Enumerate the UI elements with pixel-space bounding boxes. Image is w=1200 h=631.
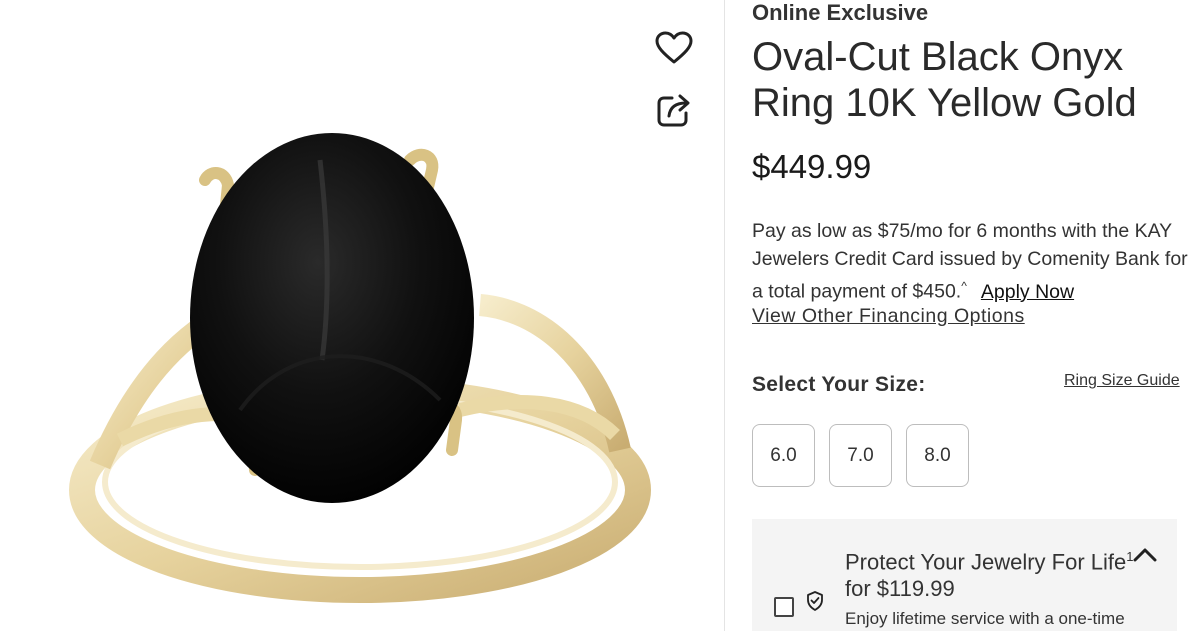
size-option-7[interactable]: 7.0 xyxy=(829,424,892,487)
chevron-up-icon[interactable] xyxy=(1132,545,1158,565)
pane-divider xyxy=(724,0,725,631)
protection-plan-price: for $119.99 xyxy=(845,576,955,601)
size-option-6[interactable]: 6.0 xyxy=(752,424,815,487)
protection-plan-checkbox[interactable] xyxy=(774,597,794,617)
financing-message: Pay as low as $75/mo for 6 months with t… xyxy=(752,218,1192,306)
ring-size-guide-link[interactable]: Ring Size Guide xyxy=(1064,372,1180,390)
protection-plan-panel: Protect Your Jewelry For Life1 for $119.… xyxy=(752,519,1177,631)
apply-now-link[interactable]: Apply Now xyxy=(981,281,1074,303)
favorite-button[interactable] xyxy=(652,26,696,70)
product-image-ring xyxy=(69,133,651,603)
financing-text: Pay as low as $75/mo for 6 months with t… xyxy=(752,220,1188,303)
protection-plan-title-text: Protect Your Jewelry For Life xyxy=(845,549,1127,575)
product-image-pane xyxy=(0,0,724,631)
size-selector-label: Select Your Size: xyxy=(752,373,926,396)
view-financing-options-link[interactable]: View Other Financing Options xyxy=(752,305,1025,328)
heart-icon xyxy=(655,31,693,64)
online-exclusive-label: Online Exclusive xyxy=(752,0,929,25)
protection-plan-description: Enjoy lifetime service with a one-time xyxy=(845,609,1125,628)
shield-check-icon xyxy=(807,591,823,611)
size-option-8[interactable]: 8.0 xyxy=(906,424,969,487)
share-icon xyxy=(657,94,690,127)
product-price: $449.99 xyxy=(752,148,872,185)
financing-footnote: ^ xyxy=(961,279,967,293)
share-button[interactable] xyxy=(652,88,696,132)
product-title: Oval-Cut Black Onyx Ring 10K Yellow Gold xyxy=(752,35,1137,125)
size-options: 6.0 7.0 8.0 xyxy=(752,424,969,487)
